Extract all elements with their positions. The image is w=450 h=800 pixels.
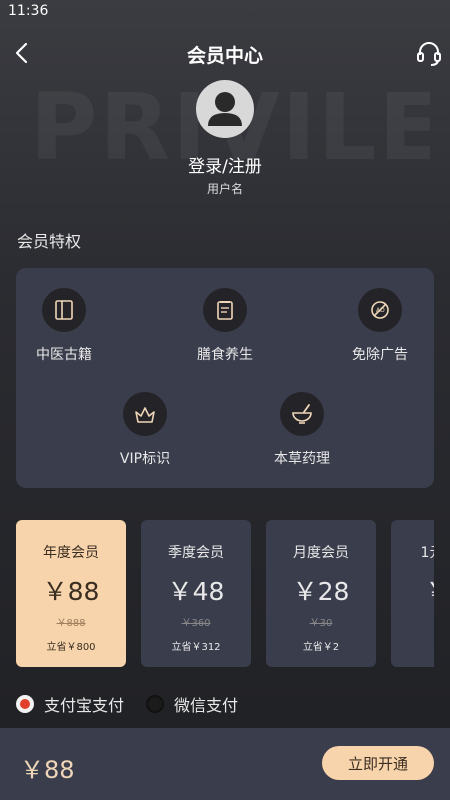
status-time: 11:36 — [8, 3, 49, 19]
privilege-label: 中医古籍 — [36, 347, 92, 363]
payment-label: 支付宝支付 — [44, 696, 125, 715]
header: 会员中心 — [0, 30, 450, 76]
plan-name: 年度会员 — [43, 545, 99, 561]
no-ads-icon: AD — [371, 301, 389, 319]
plan-price: ￥1 — [391, 572, 434, 608]
privilege-item-no-ads[interactable]: AD 免除广告 — [330, 288, 430, 364]
customer-service-button[interactable] — [414, 38, 444, 68]
plan-price: ￥28 — [292, 577, 350, 606]
book-icon — [55, 300, 73, 320]
plan-name: 月度会员 — [293, 545, 349, 561]
vip-center-screen: 11:36 PRIVILEGE 会员中心 登录/注册 用户名 会员特权 — [0, 0, 450, 800]
plan-card-monthly[interactable]: 月度会员 ￥28 ￥30 立省￥2 — [266, 520, 376, 667]
username-label: 用户名 — [206, 182, 243, 196]
plan-name: 季度会员 — [168, 545, 224, 561]
plan-original-price: ￥30 — [309, 618, 333, 629]
plan-original-price: ￥360 — [181, 618, 211, 629]
recipe-icon — [217, 301, 233, 320]
plan-price: ￥88 — [42, 577, 100, 606]
status-bar: 11:36 — [0, 0, 450, 24]
privilege-item-classics[interactable]: 中医古籍 — [14, 288, 114, 364]
payment-option-wechat[interactable]: 微信支付 — [146, 692, 238, 716]
privileges-title: 会员特权 — [17, 232, 82, 251]
payment-option-alipay[interactable]: 支付宝支付 — [16, 692, 124, 716]
plan-savings: 立省￥312 — [171, 642, 221, 653]
plan-list[interactable]: 年度会员 ￥88 ￥888 立省￥800 季度会员 ￥48 ￥360 立省￥31… — [0, 520, 434, 668]
privilege-label: 本草药理 — [274, 451, 330, 467]
privileges-card: 中医古籍 膳食养生 AD 免除广告 VIP标识 本草药理 — [16, 268, 434, 488]
total-price: ￥88 — [20, 756, 75, 784]
plan-original-price: ￥888 — [56, 618, 86, 629]
privilege-item-herbal[interactable]: 本草药理 — [252, 392, 352, 468]
alipay-radio[interactable] — [16, 695, 34, 713]
headset-icon — [417, 42, 441, 66]
privilege-item-diet[interactable]: 膳食养生 — [175, 288, 275, 364]
plan-savings: 立省 — [391, 638, 434, 653]
plan-name: 1元体验 — [420, 545, 434, 561]
plan-card-trial[interactable]: 1元体验 ￥1 立省 — [391, 520, 434, 667]
page-title: 会员中心 — [186, 45, 263, 67]
privilege-item-vip[interactable]: VIP标识 — [95, 392, 195, 468]
plan-card-annual[interactable]: 年度会员 ￥88 ￥888 立省￥800 — [16, 520, 126, 667]
login-register-link[interactable]: 登录/注册 — [0, 152, 450, 177]
plan-savings: 立省￥800 — [46, 642, 96, 653]
checkout-bar: ￥88 立即开通 — [0, 728, 450, 800]
privilege-label: 免除广告 — [352, 347, 408, 363]
svg-text:AD: AD — [376, 307, 385, 314]
payment-label: 微信支付 — [174, 696, 239, 715]
avatar[interactable] — [196, 80, 254, 138]
plan-savings: 立省￥2 — [302, 642, 340, 653]
plan-card-quarterly[interactable]: 季度会员 ￥48 ￥360 立省￥312 — [141, 520, 251, 667]
mortar-icon — [292, 404, 312, 424]
crown-icon — [135, 407, 155, 423]
privilege-label: VIP标识 — [119, 451, 171, 467]
plan-price: ￥48 — [167, 577, 225, 606]
privilege-label: 膳食养生 — [197, 347, 253, 363]
activate-button[interactable]: 立即开通 — [322, 746, 434, 780]
wechat-radio[interactable] — [146, 695, 164, 713]
user-silhouette-icon — [208, 92, 242, 126]
